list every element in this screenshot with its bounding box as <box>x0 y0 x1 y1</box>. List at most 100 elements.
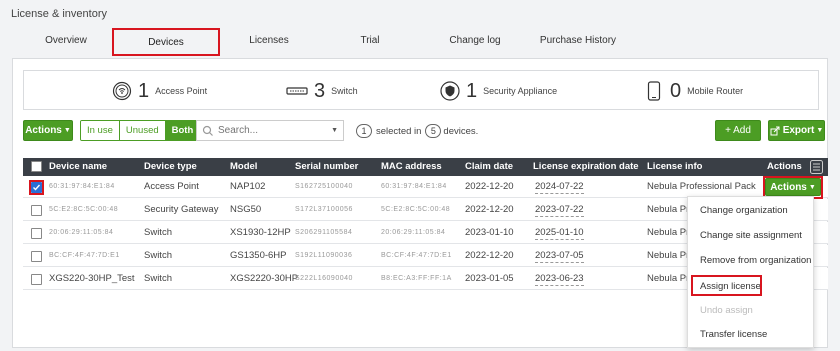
device-type: Switch <box>144 250 172 261</box>
add-button[interactable]: + Add <box>715 120 761 141</box>
filter-unused[interactable]: Unused <box>118 121 165 140</box>
col-license-expiration[interactable]: License expiration date <box>533 158 639 176</box>
table-header: Device name Device type Model Serial num… <box>23 158 828 176</box>
col-serial-number[interactable]: Serial number <box>295 158 358 176</box>
security-appliance-count: 1 <box>466 79 478 102</box>
license-expiration: 2023-07-05 <box>535 250 584 263</box>
mac-address: BC:CF:4F:47:7D:E1 <box>381 252 452 259</box>
col-model[interactable]: Model <box>230 158 257 176</box>
device-name[interactable]: 60:31:97:84:E1:84 <box>49 176 115 198</box>
tab-purchase-history[interactable]: Purchase History <box>530 28 626 56</box>
export-icon <box>770 126 780 135</box>
selected-count: 1 <box>356 124 372 138</box>
col-actions: Actions <box>767 161 802 172</box>
claim-date: 2023-01-10 <box>465 227 514 238</box>
actions-label: Actions <box>25 125 62 136</box>
menu-remove-from-organization[interactable]: Remove from organization <box>688 249 815 273</box>
tab-overview[interactable]: Overview <box>36 28 96 56</box>
device-type: Switch <box>144 273 172 284</box>
row-actions-menu: Change organization Change site assignme… <box>687 196 814 348</box>
mobile-router-icon <box>647 81 661 101</box>
serial-number: S206291105584 <box>295 229 353 236</box>
serial-number: S162725100040 <box>295 183 353 190</box>
checkbox-highlight <box>29 180 44 195</box>
claim-date: 2022-12-20 <box>465 181 514 192</box>
column-settings-icon[interactable] <box>810 160 823 174</box>
device-summary: 1 Access Point 3 Switch 1 Security Appli… <box>23 70 819 110</box>
tab-devices[interactable]: Devices <box>112 28 220 56</box>
summary-security-appliance: 1 Security Appliance <box>440 71 557 111</box>
device-name[interactable]: BC:CF:4F:47:7D:E1 <box>49 245 120 267</box>
col-claim-date[interactable]: Claim date <box>465 158 513 176</box>
devices-count: 5 <box>425 124 442 138</box>
menu-transfer-license[interactable]: Transfer license <box>688 323 815 347</box>
filter-both[interactable]: Both <box>164 121 200 140</box>
device-type: Access Point <box>144 181 199 192</box>
mobile-router-count: 0 <box>670 79 682 102</box>
claim-date: 2022-12-20 <box>465 250 514 261</box>
serial-number: S222L16090040 <box>295 275 353 282</box>
tab-trial[interactable]: Trial <box>350 28 390 56</box>
security-appliance-label: Security Appliance <box>483 86 558 96</box>
license-expiration: 2025-01-10 <box>535 227 584 240</box>
caret-down-icon: ▼ <box>816 127 824 134</box>
model: NSG50 <box>230 204 262 215</box>
col-license-info[interactable]: License info <box>647 158 702 176</box>
filter-in-use[interactable]: In use <box>81 121 119 140</box>
mac-address: B8:EC:A3:FF:FF:1A <box>381 275 452 282</box>
license-expiration: 2024-07-22 <box>535 181 584 194</box>
license-expiration: 2023-06-23 <box>535 273 584 286</box>
summary-switch: 3 Switch <box>286 71 358 111</box>
tab-bar: Overview Devices Licenses Trial Change l… <box>0 28 840 56</box>
mobile-router-label: Mobile Router <box>687 86 744 96</box>
row-checkbox[interactable] <box>31 205 42 216</box>
table-row[interactable]: 60:31:97:84:E1:84 Access Point NAP102 S1… <box>23 176 828 198</box>
serial-number: S172L37100056 <box>295 206 353 213</box>
summary-mobile-router: 0 Mobile Router <box>644 71 743 111</box>
mac-address: 20:06:29:11:05:84 <box>381 229 446 236</box>
col-device-name[interactable]: Device name <box>49 158 107 176</box>
col-device-type[interactable]: Device type <box>144 158 197 176</box>
actions-button[interactable]: Actions ▼ <box>23 120 73 141</box>
search-input[interactable] <box>214 125 324 136</box>
col-mac-address[interactable]: MAC address <box>381 158 442 176</box>
device-name[interactable]: 20:06:29:11:05:84 <box>49 222 113 244</box>
device-type: Security Gateway <box>144 204 219 215</box>
assign-license-highlight <box>691 275 762 296</box>
menu-change-organization[interactable]: Change organization <box>688 199 815 223</box>
summary-access-point: 1 Access Point <box>112 71 207 111</box>
device-name[interactable]: 5C:E2:8C:5C:00:48 <box>49 199 118 221</box>
row-checkbox[interactable] <box>31 251 42 262</box>
device-name[interactable]: XGS220-30HP_Test <box>49 268 135 290</box>
license-expiration: 2023-07-22 <box>535 204 584 217</box>
shield-icon <box>440 81 460 101</box>
search-icon <box>202 125 213 136</box>
usage-filter: In use Unused Both <box>80 120 201 141</box>
caret-down-icon: ▼ <box>63 127 71 134</box>
serial-number: S192L11090036 <box>295 252 353 259</box>
access-point-icon <box>112 81 132 101</box>
menu-change-site-assignment[interactable]: Change site assignment <box>688 224 815 248</box>
switch-icon <box>286 87 308 95</box>
switch-count: 3 <box>314 79 326 102</box>
model: GS1350-6HP <box>230 250 287 261</box>
license-info: Nebula Professional Pack <box>647 181 756 192</box>
access-point-count: 1 <box>138 79 150 102</box>
model: XS1930-12HP <box>230 227 291 238</box>
row-checkbox[interactable] <box>31 274 42 285</box>
tab-licenses[interactable]: Licenses <box>240 28 298 56</box>
row-checkbox[interactable] <box>31 228 42 239</box>
search-box: ▼ <box>196 120 344 141</box>
mac-address: 5C:E2:8C:5C:00:48 <box>381 206 451 213</box>
access-point-label: Access Point <box>155 86 208 96</box>
page-title: License & inventory <box>11 8 107 20</box>
model: XGS2220-30HP <box>230 273 299 284</box>
export-button[interactable]: Export ▼ <box>768 120 825 141</box>
claim-date: 2022-12-20 <box>465 204 514 215</box>
switch-label: Switch <box>331 86 358 96</box>
model: NAP102 <box>230 181 266 192</box>
selected-text-1: selected in <box>376 125 422 137</box>
tab-change-log[interactable]: Change log <box>440 28 510 56</box>
search-dropdown-icon[interactable]: ▼ <box>331 127 338 134</box>
select-all-checkbox[interactable] <box>31 161 42 172</box>
